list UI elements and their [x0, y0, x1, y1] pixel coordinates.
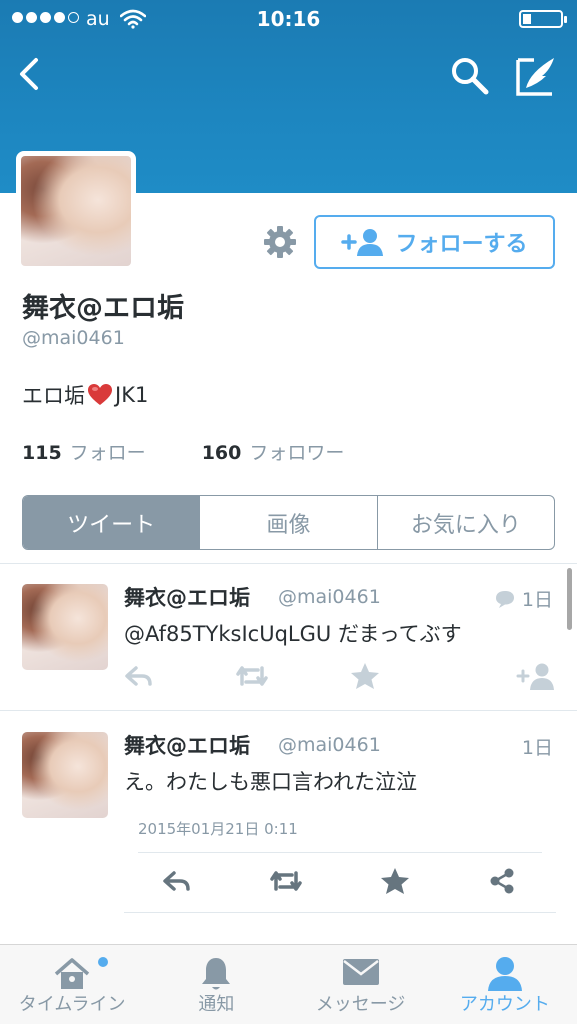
share-icon[interactable]: [488, 867, 516, 895]
tab-account[interactable]: アカウント: [433, 945, 577, 1024]
tweet-text: え。わたしも悪口言われた泣泣: [124, 770, 417, 794]
search-icon[interactable]: [448, 54, 492, 98]
reply-bubble-icon: [495, 590, 514, 608]
profile-bio: エロ垢 JK1: [22, 380, 148, 410]
home-icon: [54, 958, 90, 989]
tweet-author-name: 舞衣@エロ垢: [124, 734, 250, 758]
notification-badge: [98, 957, 108, 967]
bio-text: エロ垢: [22, 384, 85, 408]
divider: [0, 563, 577, 564]
divider: [138, 852, 542, 853]
tweet-time: 1日: [521, 737, 553, 759]
tweet-expanded-actions: [124, 862, 554, 902]
back-arrow-icon[interactable]: [12, 52, 52, 96]
heart-icon: [88, 384, 112, 405]
tweet-author-name: 舞衣@エロ垢: [124, 586, 250, 610]
tweet-time: 1日: [494, 585, 553, 612]
profile-display-name: 舞衣@エロ垢: [22, 293, 184, 324]
favorite-star-icon[interactable]: [350, 662, 380, 690]
profile-handle: @mai0461: [22, 327, 125, 349]
envelope-icon: [342, 959, 379, 985]
followers-count[interactable]: 160 フォロワー: [202, 438, 345, 465]
tweet-timestamp: 2015年01月21日 0:11: [138, 820, 298, 838]
tweet-text: @Af85TYksIcUqLGU だまってぶす: [124, 622, 462, 646]
tweet-author-handle: @mai0461: [278, 734, 381, 756]
battery-icon: [519, 10, 567, 28]
profile-avatar[interactable]: [16, 151, 136, 271]
tab-messages[interactable]: メッセージ: [289, 945, 433, 1024]
person-icon: [487, 957, 522, 991]
tab-favorites[interactable]: お気に入り: [378, 496, 554, 549]
divider: [0, 710, 577, 711]
divider: [124, 912, 556, 913]
tweet-avatar[interactable]: [22, 732, 108, 818]
follow-button-label: フォローする: [395, 232, 528, 257]
tweet-author-handle: @mai0461: [278, 586, 381, 608]
follow-add-user-icon[interactable]: [516, 662, 556, 692]
tweet-avatar[interactable]: [22, 584, 108, 670]
tab-label: 通知: [198, 994, 235, 1015]
retweet-icon[interactable]: [268, 867, 304, 895]
bio-text-suffix: JK1: [115, 383, 149, 407]
tab-timeline[interactable]: タイムライン: [0, 945, 144, 1024]
tab-label: タイムライン: [18, 994, 126, 1015]
add-user-icon: [341, 229, 384, 256]
tab-tweets[interactable]: ツイート: [23, 496, 201, 549]
reply-icon[interactable]: [162, 867, 192, 895]
status-clock: 10:16: [256, 7, 321, 31]
tab-notifications[interactable]: 通知: [144, 945, 288, 1024]
tab-label: アカウント: [459, 994, 550, 1015]
favorite-star-icon[interactable]: [380, 867, 410, 895]
tab-label: メッセージ: [315, 994, 406, 1015]
bell-icon: [202, 958, 231, 990]
tweet-actions: [124, 662, 558, 692]
reply-icon[interactable]: [124, 662, 154, 690]
gear-icon[interactable]: [262, 224, 298, 260]
follow-button[interactable]: フォローする: [314, 215, 555, 269]
status-bar: au 10:16: [0, 0, 577, 38]
profile-segmented-control: ツイート 画像 お気に入り: [22, 495, 555, 550]
profile-stats: 115 フォロー 160 フォロワー: [22, 438, 344, 465]
following-count[interactable]: 115 フォロー: [22, 438, 146, 465]
compose-tweet-icon[interactable]: [514, 54, 560, 98]
bottom-tab-bar: タイムライン 通知 メッセージ アカウント: [0, 944, 577, 1024]
scrollbar[interactable]: [567, 568, 572, 630]
tab-media[interactable]: 画像: [200, 496, 378, 549]
retweet-icon[interactable]: [234, 662, 270, 690]
